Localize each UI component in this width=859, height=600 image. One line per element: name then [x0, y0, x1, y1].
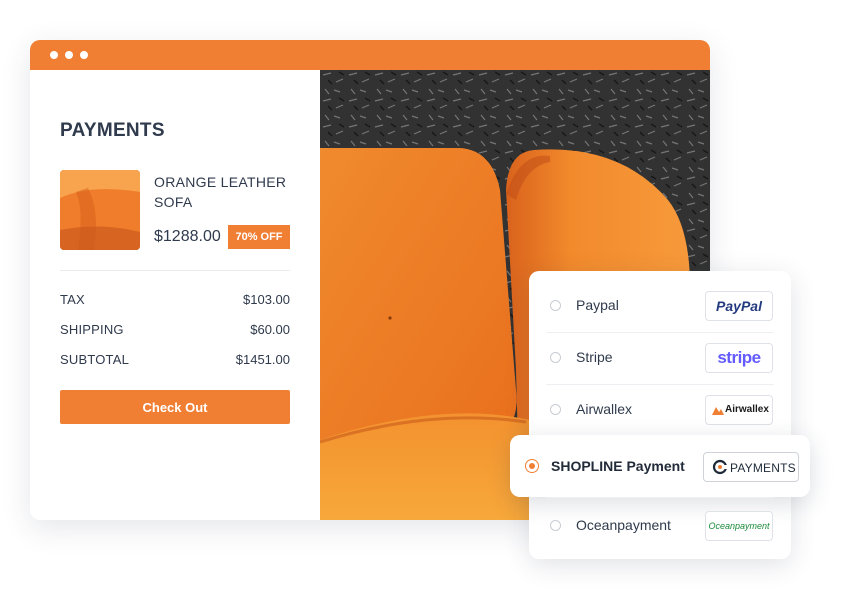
subtotal-row: SUBTOTAL $1451.00 — [60, 352, 290, 372]
order-summary-panel: PAYMENTS ORANGE LEATHER SOFA $1288.00 70… — [30, 70, 320, 520]
payment-option-label: Airwallex — [576, 401, 633, 417]
subtotal-label: SUBTOTAL — [60, 352, 130, 367]
payment-option-paypal[interactable]: Paypal PayPal — [529, 280, 791, 332]
payment-option-label: Stripe — [576, 349, 613, 365]
shipping-row: SHIPPING $60.00 — [60, 322, 290, 342]
airwallex-logo: Airwallex — [705, 395, 773, 425]
window-titlebar — [30, 40, 710, 70]
payment-option-airwallex[interactable]: Airwallex Airwallex — [529, 384, 791, 436]
radio-empty-icon[interactable] — [550, 352, 561, 363]
shopline-logo-text: PAYMENTS — [730, 461, 796, 475]
subtotal-value: $1451.00 — [235, 352, 290, 367]
row-divider — [546, 497, 774, 498]
airwallex-mark-icon — [712, 407, 724, 415]
tax-value: $103.00 — [243, 292, 290, 307]
paypal-logo: PayPal — [705, 291, 773, 321]
window-dot-icon — [65, 51, 73, 59]
payment-option-label: Paypal — [576, 297, 619, 313]
discount-badge: 70% OFF — [228, 225, 290, 249]
window-dot-icon — [80, 51, 88, 59]
shipping-label: SHIPPING — [60, 322, 124, 337]
radio-empty-icon[interactable] — [550, 300, 561, 311]
payment-option-label: Oceanpayment — [576, 517, 671, 533]
oceanpayment-logo: Oceanpayment — [705, 511, 773, 541]
shipping-value: $60.00 — [250, 322, 290, 337]
tax-label: TAX — [60, 292, 85, 307]
page-title: PAYMENTS — [60, 120, 165, 141]
radio-empty-icon[interactable] — [550, 520, 561, 531]
stripe-logo-text: stripe — [717, 348, 761, 367]
summary-divider — [60, 270, 290, 271]
radio-checked-icon[interactable] — [525, 459, 539, 473]
shopline-payments-logo: PAYMENTS — [703, 452, 799, 482]
payment-option-stripe[interactable]: Stripe stripe — [529, 332, 791, 384]
radio-empty-icon[interactable] — [550, 404, 561, 415]
airwallex-logo-text: Airwallex — [725, 404, 769, 415]
product-thumbnail — [60, 170, 140, 250]
product-name: ORANGE LEATHER SOFA — [154, 174, 287, 210]
stripe-logo: stripe — [705, 343, 773, 373]
paypal-logo-text: PayPal — [716, 298, 762, 314]
checkout-button[interactable]: Check Out — [60, 390, 290, 424]
payment-option-oceanpayment[interactable]: Oceanpayment Oceanpayment — [529, 500, 791, 552]
shopline-mark-icon — [712, 459, 728, 475]
product-price: $1288.00 — [154, 228, 221, 245]
tax-row: TAX $103.00 — [60, 292, 290, 312]
payment-option-shopline[interactable]: SHOPLINE Payment PAYMENTS — [510, 435, 810, 497]
window-dot-icon — [50, 51, 58, 59]
payment-option-label: SHOPLINE Payment — [551, 458, 685, 474]
oceanpayment-logo-text: Oceanpayment — [708, 521, 770, 531]
